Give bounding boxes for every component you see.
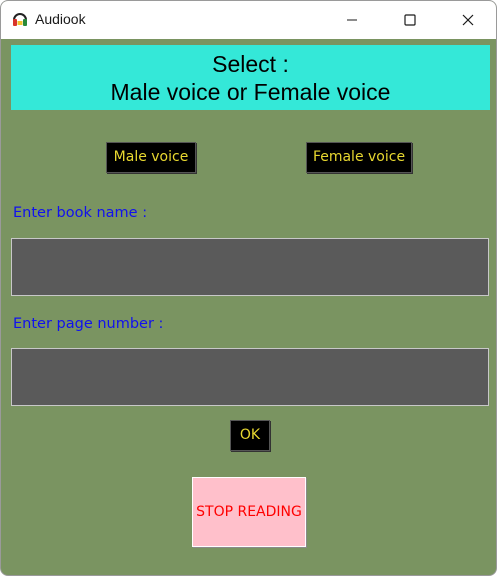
book-name-label: Enter book name : <box>13 205 148 221</box>
app-window: Audiook Select : Male voice or Female vo… <box>0 0 497 576</box>
book-name-input[interactable] <box>11 238 489 296</box>
minimize-button[interactable] <box>329 1 375 39</box>
close-icon <box>462 14 474 26</box>
close-button[interactable] <box>445 1 491 39</box>
title-bar[interactable]: Audiook <box>1 1 496 39</box>
male-voice-button[interactable]: Male voice <box>106 142 196 173</box>
ok-button[interactable]: OK <box>230 420 270 451</box>
maximize-button[interactable] <box>387 1 433 39</box>
stop-reading-button[interactable]: STOP READING <box>192 477 306 547</box>
header-banner: Select : Male voice or Female voice <box>11 45 490 110</box>
minimize-icon <box>347 19 357 21</box>
header-title: Select : <box>212 51 289 77</box>
female-voice-button[interactable]: Female voice <box>306 142 412 173</box>
maximize-icon <box>404 14 416 26</box>
headphones-icon <box>11 10 29 28</box>
header-subtitle: Male voice or Female voice <box>110 79 391 105</box>
window-title: Audiook <box>35 11 86 27</box>
page-number-label: Enter page number : <box>13 316 164 332</box>
page-number-input[interactable] <box>11 348 489 406</box>
